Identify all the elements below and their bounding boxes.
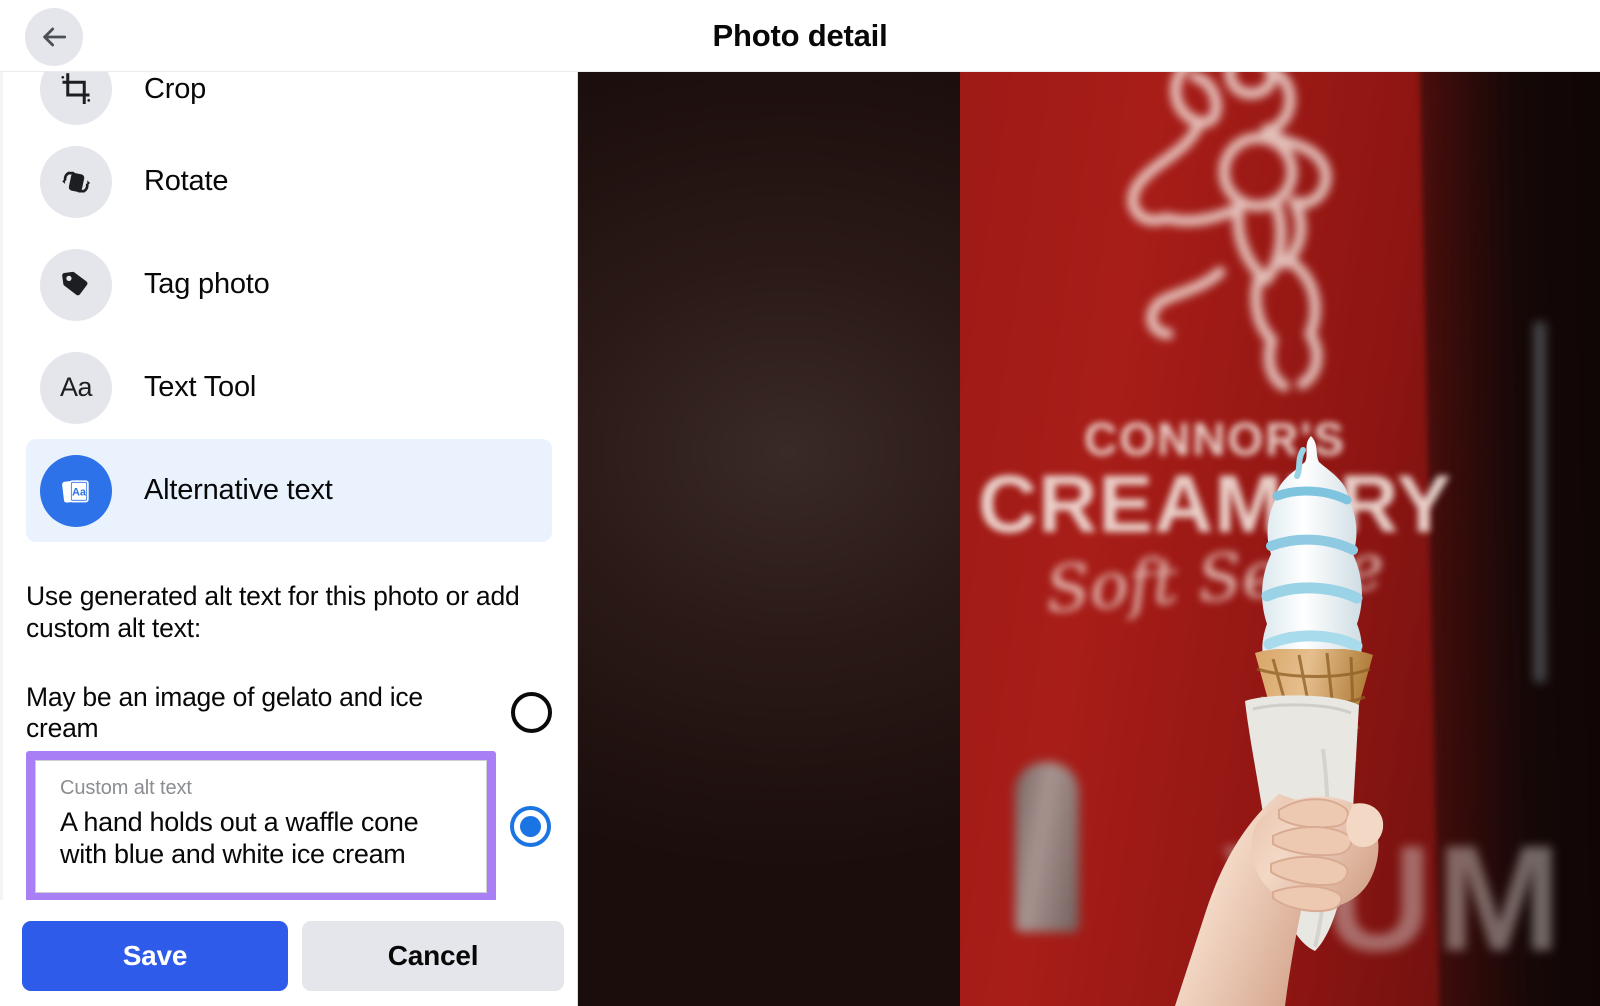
rotate-icon [40,145,112,218]
sidebar-item-label: Alternative text [144,474,333,506]
sidebar-item-alternative-text[interactable]: Aa Alternative text [26,439,552,542]
sidebar-item-tag-photo[interactable]: Tag photo [26,233,552,336]
editor-tool-list: Crop Rotate Tag photo Aa Text Tool Aa Al… [0,72,577,542]
alternative-text-section: Use generated alt text for this photo or… [0,580,577,903]
generated-alt-text-label: May be an image of gelato and ice cream [26,681,423,743]
sidebar-item-label: Text Tool [144,371,257,403]
save-button[interactable]: Save [22,921,288,991]
alternative-text-icon: Aa [40,454,112,527]
soft-serve-swirl [1253,434,1371,684]
generated-alt-text-radio[interactable] [511,692,552,734]
svg-text:Aa: Aa [72,486,87,498]
sidebar-item-label: Crop [144,72,207,105]
alt-text-instructions: Use generated alt text for this photo or… [26,581,520,644]
ice-cream-cone-group [1175,434,1475,1006]
page-title: Photo detail [712,18,888,53]
footer-actions: Save Cancel [0,900,577,1006]
photo-image: CONNOR'S CREAMERY Soft Serve YUM [960,72,1600,1006]
sign-mascot-illustration [1070,72,1410,462]
cancel-button[interactable]: Cancel [302,921,564,991]
custom-alt-text-input[interactable]: Custom alt text A hand holds out a waffl… [35,759,487,894]
editor-sidebar: Crop Rotate Tag photo Aa Text Tool Aa Al… [0,72,578,1006]
custom-alt-text-option[interactable]: Custom alt text A hand holds out a waffl… [26,750,552,903]
text-tool-icon: Aa [40,351,112,424]
sidebar-item-rotate[interactable]: Rotate [26,130,552,233]
custom-alt-text-value[interactable]: A hand holds out a waffle cone with blue… [60,807,462,871]
hand-holding-cone [1175,714,1405,1006]
door-frame-highlight [1532,322,1548,682]
sidebar-item-text-tool[interactable]: Aa Text Tool [26,336,552,439]
text-tool-glyph: Aa [59,372,93,402]
sidebar-item-label: Tag photo [144,268,270,300]
custom-alt-text-radio[interactable] [510,806,551,848]
app-header: Photo detail [0,0,1600,72]
sidebar-item-crop[interactable]: Crop [26,72,552,130]
generated-alt-text-option[interactable]: May be an image of gelato and ice cream [26,682,552,743]
metal-post [1015,762,1079,932]
crop-icon [40,72,112,125]
custom-alt-text-highlight: Custom alt text A hand holds out a waffl… [26,750,496,903]
photo-detail-screen: Photo detail Crop Rotate Tag photo Aa Te… [0,0,1600,1006]
tag-icon [40,248,112,321]
photo-preview-panel[interactable]: CONNOR'S CREAMERY Soft Serve YUM [578,72,1600,1006]
sidebar-item-label: Rotate [144,165,229,197]
custom-alt-text-caption: Custom alt text [60,776,192,799]
